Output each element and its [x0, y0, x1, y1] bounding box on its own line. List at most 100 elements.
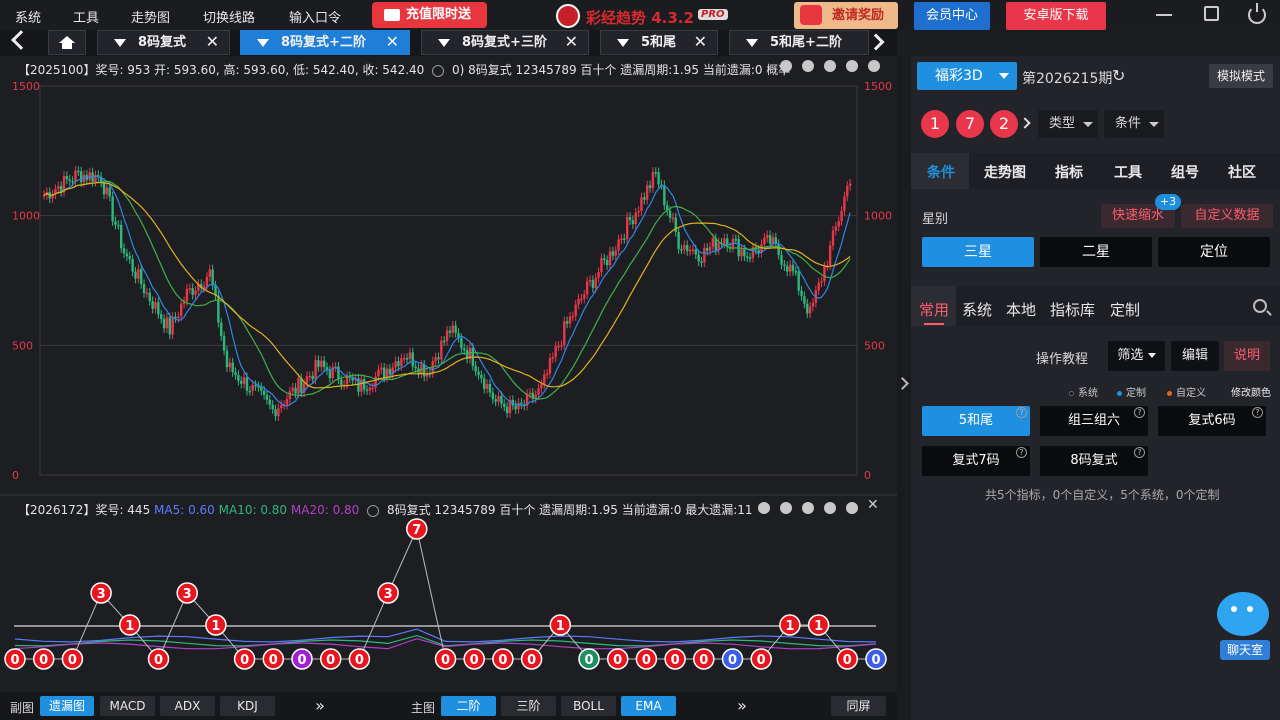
candle: [517, 402, 520, 410]
home-tab[interactable]: [48, 30, 86, 55]
more-sub-button[interactable]: »: [300, 696, 340, 716]
indicator-5hewei[interactable]: 5和尾?: [922, 406, 1030, 436]
menu-input-code[interactable]: 输入口令: [289, 7, 341, 26]
btn-ema[interactable]: EMA: [621, 696, 676, 716]
chevron-right-icon[interactable]: [1019, 117, 1031, 129]
ball-2[interactable]: 7: [956, 110, 984, 138]
tab-condition[interactable]: 条件: [927, 162, 955, 182]
sub-chart[interactable]: 【2026172】奖号: 445 MA5: 0.60 MA10: 0.80 MA…: [0, 496, 897, 692]
chat-room-button[interactable]: 聊天室: [1220, 640, 1270, 660]
help-icon[interactable]: ?: [1134, 407, 1145, 418]
candle: [843, 196, 846, 211]
maximize-icon[interactable]: [1204, 6, 1219, 21]
help-icon[interactable]: ?: [1134, 447, 1145, 458]
close-icon[interactable]: ✕: [565, 30, 578, 53]
omission-zero-point: 0: [61, 648, 84, 670]
btn-boll[interactable]: BOLL: [561, 696, 616, 716]
close-icon[interactable]: ✕: [386, 30, 399, 53]
candle: [128, 256, 131, 260]
candle: [414, 366, 417, 369]
refresh-icon[interactable]: ↻: [1112, 66, 1125, 85]
btn-kdj[interactable]: KDJ: [220, 696, 275, 716]
tab-8ma-fushi-sanjie[interactable]: 8码复式+三阶 ✕: [421, 30, 589, 55]
candle: [254, 384, 257, 387]
close-icon[interactable]: ✕: [206, 30, 219, 53]
tab-trend[interactable]: 走势图: [984, 162, 1026, 182]
main-chart[interactable]: 【2025100】奖号: 953 开: 593.60, 高: 593.60, 低…: [0, 56, 897, 494]
candle: [585, 281, 589, 295]
type-select[interactable]: 类型: [1038, 110, 1098, 138]
btn-macd[interactable]: MACD: [100, 696, 155, 716]
help-icon[interactable]: ?: [1016, 447, 1027, 458]
indicator-fushi-7ma[interactable]: 复式7码?: [922, 446, 1030, 476]
indicator-fushi-6ma[interactable]: 复式6码?: [1158, 406, 1266, 436]
btn-erjie[interactable]: 二阶: [441, 696, 496, 716]
invite-reward-button[interactable]: 邀请奖励: [794, 2, 898, 29]
subtab-system[interactable]: 系统: [962, 299, 992, 320]
help-icon[interactable]: ?: [1252, 407, 1263, 418]
red-envelope-icon: [800, 5, 822, 25]
candle: [577, 298, 580, 305]
lottery-select[interactable]: 福彩3D: [917, 62, 1017, 90]
candle: [583, 294, 586, 299]
panel-splitter[interactable]: [896, 56, 911, 720]
ball-3[interactable]: 2: [990, 110, 1018, 138]
menu-tools[interactable]: 工具: [73, 7, 99, 26]
tab-5hewei-erjie[interactable]: 5和尾+二阶: [729, 30, 869, 55]
search-icon[interactable]: [1253, 299, 1272, 316]
tab-group[interactable]: 组号: [1171, 162, 1199, 182]
condition-select[interactable]: 条件: [1104, 110, 1164, 138]
menu-trend-chart[interactable]: 走势图: [131, 7, 170, 26]
candle: [157, 302, 160, 315]
menu-switch-line[interactable]: 切换线路: [203, 7, 255, 26]
collapse-arrow-icon[interactable]: [896, 377, 909, 390]
subtab-custom[interactable]: 定制: [1110, 299, 1140, 320]
btn-adx[interactable]: ADX: [160, 696, 215, 716]
chat-bubble-icon[interactable]: [1217, 592, 1269, 636]
tutorial-link[interactable]: 操作教程: [1036, 348, 1088, 367]
close-icon[interactable]: ✕: [694, 30, 707, 53]
sync-screen-button[interactable]: 同屏: [831, 696, 886, 716]
candle: [111, 196, 114, 222]
candle: [560, 344, 563, 347]
help-icon[interactable]: ?: [1016, 407, 1027, 418]
change-color-link[interactable]: 修改颜色: [1231, 384, 1271, 399]
more-main-button[interactable]: »: [722, 696, 762, 716]
filter-button[interactable]: 筛选: [1108, 341, 1165, 371]
candle: [68, 179, 71, 181]
custom-data-button[interactable]: 自定义数据: [1181, 204, 1273, 228]
indicator-zusan-zuliu[interactable]: 组三组六?: [1040, 406, 1148, 436]
tab-tools[interactable]: 工具: [1114, 162, 1142, 182]
tab-8ma-fushi-erjie[interactable]: 8码复式+二阶 ✕: [240, 30, 410, 55]
btn-omission[interactable]: 遗漏图: [40, 696, 94, 716]
subtab-common[interactable]: 常用: [919, 299, 949, 320]
ball-1[interactable]: 1: [921, 110, 949, 138]
tab-indicator[interactable]: 指标: [1055, 162, 1083, 182]
position-button[interactable]: 定位: [1158, 237, 1270, 267]
chevron-right-icon[interactable]: [867, 33, 885, 51]
tab-8ma-fushi[interactable]: 8码复式 ✕: [97, 30, 230, 55]
edit-button[interactable]: 编辑: [1171, 341, 1219, 371]
btn-sanjie[interactable]: 三阶: [501, 696, 556, 716]
candle: [217, 295, 220, 323]
star-three-button[interactable]: 三星: [922, 237, 1034, 267]
minimize-icon[interactable]: [1156, 14, 1172, 16]
power-icon[interactable]: [1248, 3, 1266, 24]
member-center-button[interactable]: 会员中心: [914, 2, 990, 30]
chevron-left-icon[interactable]: [11, 30, 31, 50]
omission-zero-point: 0: [463, 648, 485, 670]
omission-zero-point: 0: [348, 648, 371, 670]
menu-system[interactable]: 系统: [15, 7, 41, 26]
simulate-mode-button[interactable]: 模拟模式: [1209, 64, 1273, 88]
explain-button[interactable]: 说明: [1224, 341, 1270, 371]
android-download-button[interactable]: 安卓版下载: [1006, 2, 1106, 30]
tab-5hewei[interactable]: 5和尾 ✕: [600, 30, 718, 55]
subtab-local[interactable]: 本地: [1006, 299, 1036, 320]
candle: [202, 286, 206, 288]
subtab-library[interactable]: 指标库: [1050, 299, 1095, 320]
star-two-button[interactable]: 二星: [1040, 237, 1152, 267]
tab-community[interactable]: 社区: [1228, 162, 1256, 182]
candle: [600, 258, 603, 273]
indicator-8ma-fushi[interactable]: 8码复式?: [1040, 446, 1148, 476]
recharge-promo-button[interactable]: 充值限时送: [372, 2, 487, 28]
